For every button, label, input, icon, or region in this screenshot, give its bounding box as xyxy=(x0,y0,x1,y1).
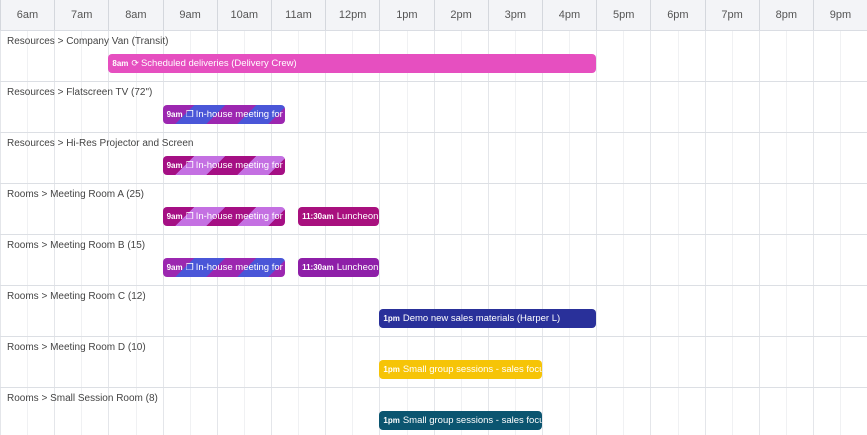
event-time: 11:30am xyxy=(302,263,334,272)
hour-label: 9pm xyxy=(813,0,867,30)
event-title: Demo new sales materials (Harper L) xyxy=(402,313,561,324)
hour-label: 11am xyxy=(271,0,325,30)
hour-label: 3pm xyxy=(487,0,542,30)
copy-icon: ❐ xyxy=(185,160,194,170)
event-bar[interactable]: 9am ❐ In-house meeting for xyxy=(162,156,285,175)
copy-icon: ❐ xyxy=(185,211,194,221)
resource-label: Rooms > Small Session Room (8) xyxy=(7,393,158,404)
hour-label: 7am xyxy=(54,0,108,30)
repeat-icon: ⟳ xyxy=(131,58,139,68)
resource-label: Rooms > Meeting Room C (12) xyxy=(7,291,146,302)
timeline-scheduler: 6am 7am 8am 9am 10am 11am 12pm 1pm 2pm 3pm 4pm 5pm 6… xyxy=(0,0,867,435)
resource-label: Resources > Company Van (Transit) xyxy=(7,36,169,47)
resource-row[interactable]: Rooms > Meeting Room B (15) xyxy=(0,235,867,286)
hour-label: 6pm xyxy=(650,0,704,30)
event-title: In-house meeting for xyxy=(195,160,283,171)
event-time: 1pm xyxy=(383,314,400,323)
event-title: Luncheon xyxy=(336,262,379,273)
event-bar[interactable]: 1pm Demo new sales materials (Harper L) xyxy=(379,309,597,328)
event-title: Luncheon xyxy=(336,211,379,222)
hour-label: 6am xyxy=(0,0,54,30)
resource-label: Rooms > Meeting Room D (10) xyxy=(7,342,146,353)
event-title: In-house meeting for xyxy=(195,211,283,222)
event-time: 9am xyxy=(166,212,183,221)
event-time: 1pm xyxy=(383,416,400,425)
event-bar[interactable]: 9am ❐ In-house meeting for xyxy=(162,207,285,226)
event-bar[interactable]: 1pm Small group sessions - sales focus xyxy=(379,411,542,430)
hour-label: 4pm xyxy=(542,0,596,30)
hour-label: 7pm xyxy=(704,0,759,30)
event-bar[interactable]: 9am ❐ In-house meeting for xyxy=(162,258,285,277)
event-bar[interactable]: 11:30am Luncheon xyxy=(298,207,380,226)
hour-label: 1pm xyxy=(379,0,433,30)
copy-icon: ❐ xyxy=(185,109,194,119)
event-time: 8am xyxy=(112,59,129,68)
event-title: Scheduled deliveries (Delivery Crew) xyxy=(140,58,297,69)
event-time: 9am xyxy=(166,161,183,170)
hour-label: 8am xyxy=(108,0,162,30)
hour-label: 8pm xyxy=(758,0,813,30)
hour-label: 10am xyxy=(216,0,271,30)
event-title: In-house meeting for xyxy=(195,262,283,273)
hour-label: 2pm xyxy=(433,0,488,30)
resource-row[interactable]: Rooms > Meeting Room A (25) xyxy=(0,184,867,235)
event-title: In-house meeting for xyxy=(195,109,283,120)
hour-label: 9am xyxy=(162,0,217,30)
event-title: Small group sessions - sales focus xyxy=(402,415,542,426)
copy-icon: ❐ xyxy=(185,262,194,272)
hour-label: 12pm xyxy=(325,0,379,30)
event-time: 11:30am xyxy=(302,212,334,221)
event-bar[interactable]: 11:30am Luncheon xyxy=(298,258,380,277)
event-bar[interactable]: 1pm Small group sessions - sales focus xyxy=(379,360,542,379)
event-bar[interactable]: 9am ❐ In-house meeting for xyxy=(162,105,285,124)
event-time: 9am xyxy=(166,263,183,272)
hour-label: 5pm xyxy=(596,0,650,30)
event-time: 1pm xyxy=(383,365,400,374)
resource-label: Rooms > Meeting Room B (15) xyxy=(7,240,146,251)
time-header: 6am 7am 8am 9am 10am 11am 12pm 1pm 2pm 3pm 4pm 5pm 6… xyxy=(0,0,867,31)
resource-row[interactable]: Resources > Hi-Res Projector and Screen xyxy=(0,133,867,184)
resource-label: Resources > Hi-Res Projector and Screen xyxy=(7,138,194,149)
event-title: Small group sessions - sales focus xyxy=(402,364,542,375)
event-bar[interactable]: 8am ⟳ Scheduled deliveries (Delivery Crew) xyxy=(108,54,597,73)
resource-label: Resources > Flatscreen TV (72") xyxy=(7,87,153,98)
event-time: 9am xyxy=(166,110,183,119)
resource-label: Rooms > Meeting Room A (25) xyxy=(7,189,145,200)
resource-row[interactable]: Resources > Flatscreen TV (72") xyxy=(0,82,867,133)
